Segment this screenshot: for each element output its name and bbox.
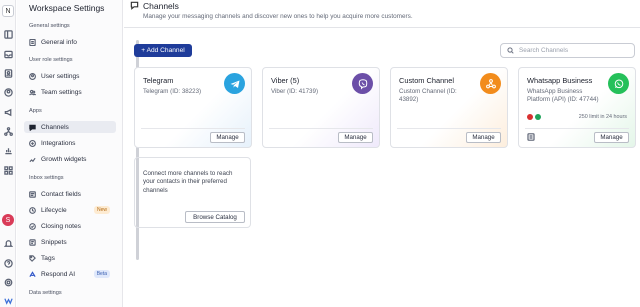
channel-name: Whatsapp Business: [527, 76, 593, 85]
lifecycle-icon: [28, 206, 36, 214]
message-limit: 250 limit in 24 hours: [578, 114, 627, 120]
search-input[interactable]: Search Channels: [500, 43, 635, 58]
manage-button[interactable]: Manage: [594, 132, 629, 143]
layout-icon[interactable]: [3, 29, 14, 40]
error-status-icon: [527, 114, 533, 120]
header-divider: [124, 27, 640, 28]
settings-sidebar: Workspace Settings General settings Gene…: [17, 0, 139, 307]
sidebar-item-user-settings[interactable]: User settings: [24, 70, 116, 82]
add-channel-button[interactable]: + Add Channel: [134, 44, 192, 57]
template-icon[interactable]: [527, 133, 535, 141]
card-divider: [397, 128, 501, 129]
browse-catalog-button[interactable]: Browse Catalog: [185, 211, 245, 223]
connect-more-text: Connect more channels to reach your cont…: [143, 170, 233, 194]
ai-icon: [28, 270, 36, 278]
sidebar-item-team-settings[interactable]: Team settings: [24, 86, 116, 98]
team-icon: [28, 88, 36, 96]
page-subtitle: Manage your messaging channels and disco…: [143, 13, 413, 20]
sidebar-item-channels[interactable]: Channels: [24, 121, 116, 133]
webhook-icon: [480, 73, 501, 94]
gear-icon[interactable]: [3, 277, 14, 288]
sidebar-item-respond-ai[interactable]: Respond AI Beta: [24, 268, 116, 280]
section-general: General settings: [29, 23, 70, 29]
viber-icon: [352, 73, 373, 94]
megaphone-icon[interactable]: [3, 107, 14, 118]
page-title: Channels: [143, 1, 179, 11]
channel-card-custom[interactable]: Custom Channel Custom Channel (ID: 43892…: [390, 67, 508, 148]
sidebar-item-integrations[interactable]: Integrations: [24, 137, 116, 149]
inbox-icon[interactable]: [3, 49, 14, 60]
help-icon[interactable]: [3, 258, 14, 269]
channel-name: Viber (5): [271, 76, 300, 85]
channel-card-viber[interactable]: Viber (5) Viber (ID: 41739) Manage: [262, 67, 380, 148]
integrations-icon: [28, 139, 36, 147]
user-avatar[interactable]: S: [2, 214, 14, 226]
workflow-icon[interactable]: [3, 126, 14, 137]
sidebar-item-tags[interactable]: Tags: [24, 252, 116, 264]
channel-detail: Viber (ID: 41739): [271, 88, 319, 95]
sidebar-item-general-info[interactable]: General info: [24, 36, 116, 48]
contacts-icon[interactable]: [3, 68, 14, 79]
ok-status-icon: [535, 114, 541, 120]
section-data: Data settings: [29, 290, 62, 296]
document-icon: [28, 38, 36, 46]
section-apps: Apps: [29, 108, 42, 114]
card-divider: [269, 128, 373, 129]
channel-name: Custom Channel: [399, 76, 455, 85]
search-icon: [507, 47, 514, 54]
manage-button[interactable]: Manage: [466, 132, 501, 143]
sidebar-title: Workspace Settings: [29, 3, 105, 13]
manage-button[interactable]: Manage: [338, 132, 373, 143]
apps-icon[interactable]: [3, 165, 14, 176]
bell-icon[interactable]: [3, 238, 14, 249]
channel-name: Telegram: [143, 76, 174, 85]
channels-icon: [130, 1, 139, 10]
whatsapp-icon: [608, 73, 629, 94]
manage-button[interactable]: Manage: [210, 132, 245, 143]
tag-icon: [28, 254, 36, 262]
workspace-switcher[interactable]: N: [2, 5, 14, 17]
sidebar-item-snippets[interactable]: Snippets: [24, 236, 116, 248]
sidebar-item-growth-widgets[interactable]: Growth widgets: [24, 153, 116, 165]
channel-card-whatsapp[interactable]: Whatsapp Business WhatsApp Business Plat…: [518, 67, 636, 148]
main-content: Channels Manage your messaging channels …: [124, 0, 640, 307]
status-indicators: [527, 114, 541, 120]
channel-card-telegram[interactable]: Telegram Telegram (ID: 38223) Manage: [134, 67, 252, 148]
sidebar-item-lifecycle[interactable]: Lifecycle New: [24, 204, 116, 216]
user-circle-icon[interactable]: [3, 87, 14, 98]
section-user-role: User role settings: [29, 57, 73, 63]
channels-icon: [28, 123, 36, 131]
closing-notes-icon: [28, 222, 36, 230]
telegram-icon: [224, 73, 245, 94]
sidebar-item-closing-notes[interactable]: Closing notes: [24, 220, 116, 232]
user-icon: [28, 72, 36, 80]
new-badge: New: [93, 206, 110, 214]
channel-detail: Telegram (ID: 38223): [143, 88, 202, 95]
logo-icon: [3, 295, 14, 306]
card-divider: [141, 128, 245, 129]
section-inbox: Inbox settings: [29, 175, 64, 181]
icon-rail: N S: [0, 0, 16, 307]
channel-detail: Custom Channel (ID: 43892): [399, 88, 457, 104]
connect-more-card: Connect more channels to reach your cont…: [134, 157, 251, 228]
snippets-icon: [28, 238, 36, 246]
growth-icon: [28, 155, 36, 163]
contact-fields-icon: [28, 190, 36, 198]
reports-icon[interactable]: [3, 145, 14, 156]
beta-badge: Beta: [93, 270, 110, 278]
sidebar-item-contact-fields[interactable]: Contact fields: [24, 188, 116, 200]
card-divider: [525, 128, 629, 129]
channel-detail: WhatsApp Business Platform (API) (ID: 47…: [527, 88, 599, 104]
